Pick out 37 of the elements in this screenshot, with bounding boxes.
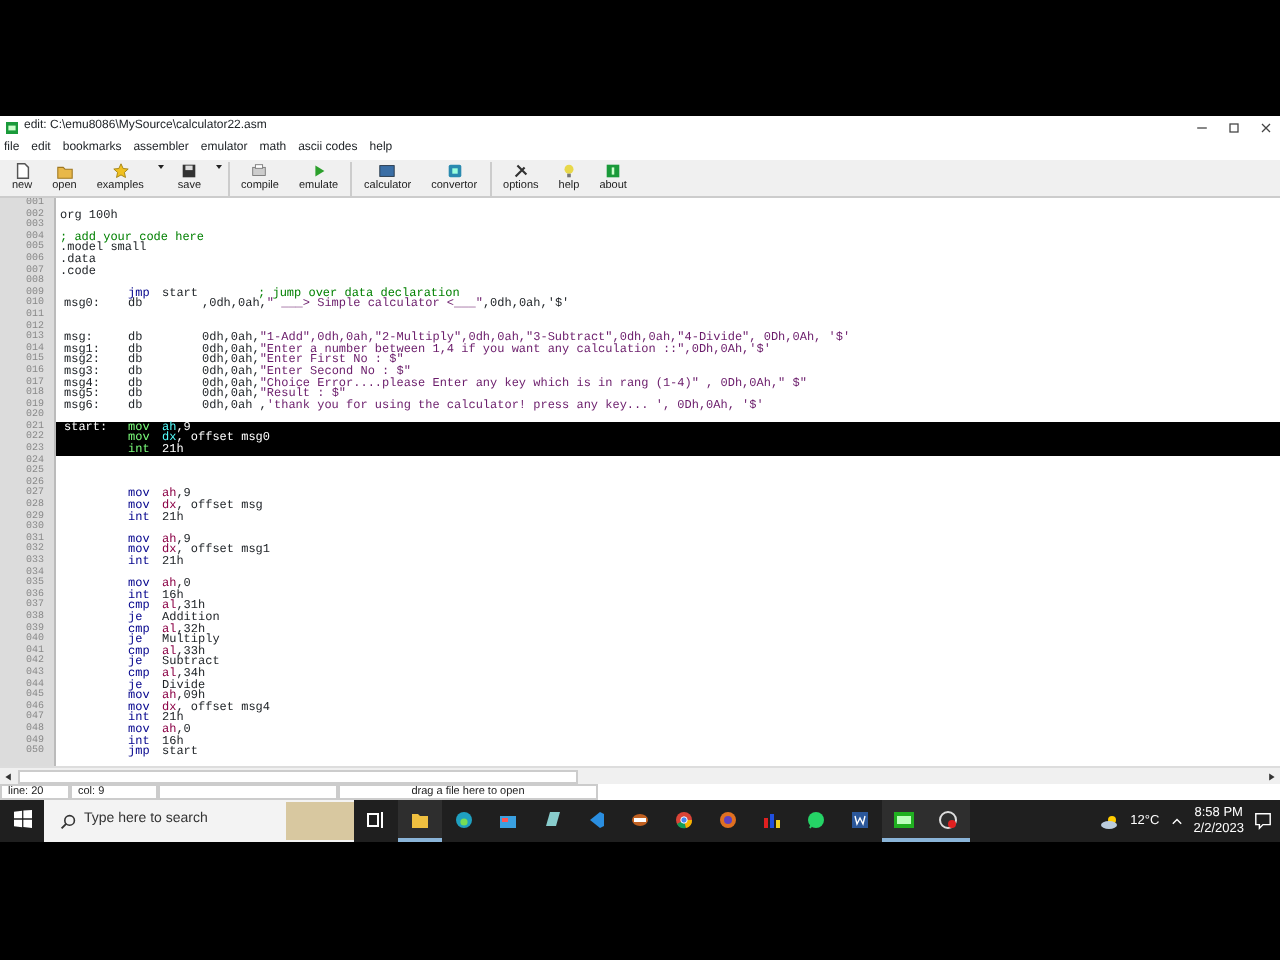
caret-icon[interactable] [213,162,224,172]
ring-icon [630,809,650,829]
weather-cloud-icon [1100,811,1121,831]
folder-icon [55,162,74,180]
play-icon [309,162,328,180]
taskbar-app-button[interactable] [398,800,442,842]
record-icon [938,809,958,829]
caret-icon[interactable] [155,162,166,172]
file-icon [13,162,32,180]
browser-icon [454,809,474,829]
folder-icon [410,809,430,829]
monitor-icon [378,162,397,180]
chrome-icon [674,809,694,829]
chevron-up-icon[interactable] [1169,814,1184,828]
notification-icon[interactable] [1254,812,1272,830]
app-icon [6,121,18,133]
photo-placeholder [286,802,354,840]
document-icon [850,809,870,829]
taskbar-app-button[interactable] [926,800,970,842]
info-box-icon [604,162,623,180]
horizontal-scrollbar[interactable] [0,766,1280,784]
taskbar-app-button[interactable] [882,800,926,842]
chat-bubble-icon [806,809,826,829]
tools-icon [511,162,530,180]
search-icon [60,813,76,829]
task-view-icon [366,809,386,829]
notepad-icon [542,809,562,829]
close-icon[interactable] [1258,119,1274,135]
bar-chart-icon [762,809,782,829]
globe-icon [718,809,738,829]
light-bulb-icon [559,162,578,180]
chip-icon [445,162,464,180]
star-icon [111,162,130,180]
windows-logo-icon [13,810,31,828]
code-editor-icon [586,809,606,829]
emulator-icon [894,809,914,829]
maximize-icon[interactable] [1226,119,1242,135]
